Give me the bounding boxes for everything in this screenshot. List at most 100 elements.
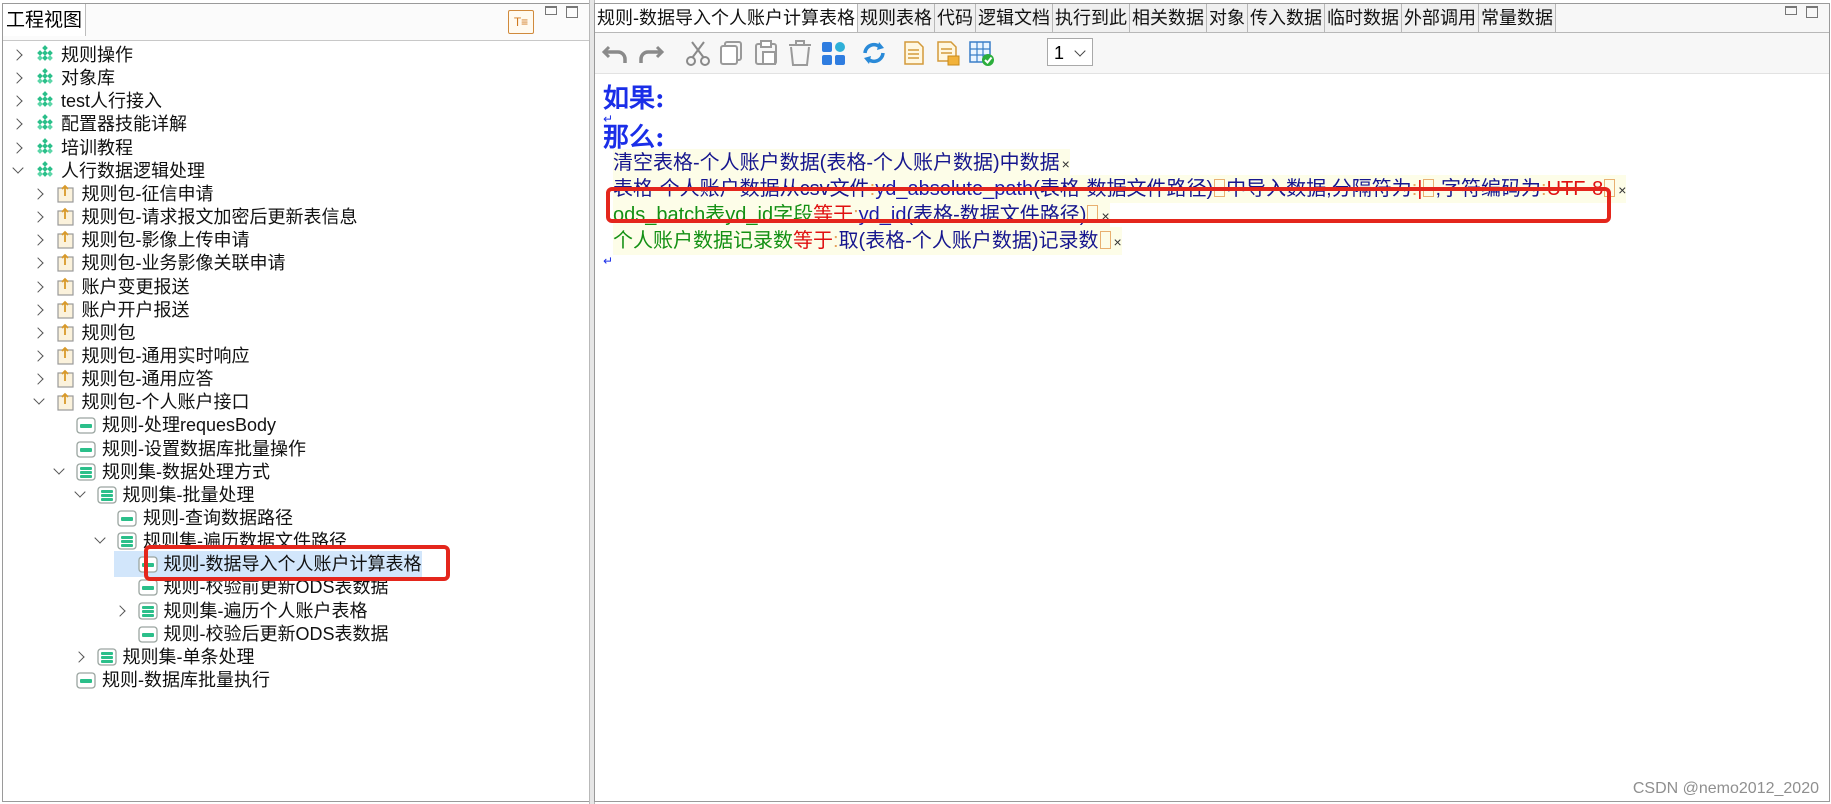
remove-statement-icon[interactable]: ×	[1101, 208, 1109, 224]
chevron-right-icon[interactable]	[32, 372, 46, 386]
tree-item[interactable]: 规则包-影像上传申请	[32, 227, 250, 253]
tree-item[interactable]: 规则包-请求报文加密后更新表信息	[32, 204, 358, 230]
chevron-right-icon[interactable]	[32, 187, 46, 201]
chevron-down-icon[interactable]	[52, 465, 66, 479]
statement-token[interactable]: yd_absolute_path	[875, 178, 1033, 200]
tree-item[interactable]: 规则包-通用实时响应	[32, 343, 250, 369]
zoom-select[interactable]: 1	[1047, 38, 1093, 66]
chevron-down-icon[interactable]	[73, 488, 87, 502]
statement-token[interactable]: (表格-数据文件路径)	[906, 204, 1086, 226]
tree-item[interactable]: 账户开户报送	[32, 297, 190, 323]
parameter-placeholder[interactable]	[1214, 179, 1226, 197]
statement-token[interactable]: 个人账户数据记录数	[613, 230, 793, 252]
minimize-icon[interactable]	[1785, 6, 1797, 15]
chevron-down-icon[interactable]	[11, 164, 25, 178]
statement-token[interactable]: 从csv文件	[780, 178, 870, 200]
parameter-placeholder[interactable]	[1099, 231, 1111, 249]
chevron-right-icon[interactable]	[32, 256, 46, 270]
tree-item[interactable]: 规则-查询数据路径	[93, 505, 293, 531]
tab[interactable]: 外部调用	[1402, 4, 1479, 32]
tree-item[interactable]: 规则包-通用应答	[32, 366, 214, 392]
tab[interactable]: 逻辑文档	[976, 4, 1053, 32]
table-check-icon[interactable]	[967, 39, 997, 67]
tab[interactable]: 代码	[935, 4, 976, 32]
chevron-down-icon[interactable]	[32, 395, 46, 409]
maximize-icon[interactable]	[1806, 6, 1818, 18]
tree-item[interactable]: 规则集-遍历数据文件路径	[93, 528, 347, 554]
tree-item[interactable]: 规则-数据库批量执行	[52, 667, 270, 693]
doc-icon[interactable]	[899, 39, 929, 67]
cut-icon[interactable]	[683, 39, 713, 67]
remove-statement-icon[interactable]: ×	[1114, 234, 1122, 250]
if-keyword[interactable]: 如果:	[603, 78, 665, 115]
tree-item[interactable]: 规则包-个人账户接口	[32, 389, 250, 415]
chevron-right-icon[interactable]	[73, 650, 87, 664]
tree-item[interactable]: 人行数据逻辑处理	[11, 158, 205, 184]
tree-item[interactable]: 规则-校验后更新ODS表数据	[114, 621, 389, 647]
tab[interactable]: 对象	[1207, 4, 1248, 32]
chevron-down-icon[interactable]	[93, 534, 107, 548]
delete-icon[interactable]	[785, 39, 815, 67]
tree-item[interactable]: 规则包-业务影像关联申请	[32, 250, 286, 276]
tab[interactable]: 相关数据	[1130, 4, 1207, 32]
tree-item[interactable]: 配置器技能详解	[11, 111, 187, 137]
statement-token[interactable]: 等于	[813, 204, 853, 226]
statement-token[interactable]: 等于	[793, 230, 833, 252]
chevron-right-icon[interactable]	[11, 48, 25, 62]
tree-item[interactable]: 规则集-数据处理方式	[52, 459, 270, 485]
chevron-right-icon[interactable]	[32, 210, 46, 224]
tab[interactable]: 临时数据	[1325, 4, 1402, 32]
parameter-placeholder[interactable]	[1087, 205, 1099, 223]
tree-item[interactable]: 规则-数据导入个人账户计算表格	[113, 551, 422, 578]
statement-token[interactable]: |	[1417, 178, 1422, 200]
tab[interactable]: 执行到此	[1053, 4, 1130, 32]
tree-item[interactable]: 规则-处理requesBody	[52, 412, 276, 438]
refresh-icon[interactable]	[859, 39, 889, 67]
undo-icon[interactable]	[601, 39, 631, 67]
tab[interactable]: 规则-数据导入个人账户计算表格	[595, 4, 858, 32]
tree-item[interactable]: 规则包	[32, 320, 136, 346]
statement-token[interactable]: 表格-个人账户数据	[613, 178, 780, 200]
tab[interactable]: 传入数据	[1248, 4, 1325, 32]
chevron-right-icon[interactable]	[32, 303, 46, 317]
maximize-icon[interactable]	[566, 6, 578, 18]
tree-item[interactable]: 账户变更报送	[32, 274, 190, 300]
chevron-right-icon[interactable]	[32, 349, 46, 363]
parameter-placeholder[interactable]	[1604, 179, 1616, 197]
rule-editor[interactable]: 如果: ↵ 那么: 清空表格-个人账户数据(表格-个人账户数据)中数据 × 表格-个…	[595, 74, 1829, 801]
statement-token[interactable]: UTF-8	[1547, 178, 1604, 200]
statement-token[interactable]: 清空表格-个人账户数据(表格-个人账户数据)中数据	[613, 152, 1060, 174]
tree-item[interactable]: 对象库	[11, 65, 115, 91]
chevron-right-icon[interactable]	[11, 71, 25, 85]
minimize-icon[interactable]	[545, 6, 557, 15]
doc-export-icon[interactable]	[933, 39, 963, 67]
statement-token[interactable]: ,字符编码为	[1435, 178, 1541, 200]
statement-token[interactable]: (表格-数据文件路径)	[1033, 178, 1213, 200]
tree-item[interactable]: 规则集-批量处理	[73, 482, 255, 508]
tree-item[interactable]: 规则集-单条处理	[73, 644, 255, 670]
statement-token[interactable]: 字段	[773, 204, 813, 226]
paste-icon[interactable]	[751, 39, 781, 67]
tree-item[interactable]: test人行接入	[11, 88, 162, 114]
statement-line[interactable]: 表格-个人账户数据从csv文件:yd_absolute_path(表格-数据文件…	[613, 175, 1627, 203]
tree-item[interactable]: 规则包-征信申请	[32, 181, 214, 207]
tab[interactable]: 规则表格	[858, 4, 935, 32]
tree-item[interactable]: 规则-校验前更新ODS表数据	[114, 574, 389, 600]
parameter-placeholder[interactable]	[1423, 179, 1435, 197]
tree-item[interactable]: 培训教程	[11, 135, 133, 161]
statement-token[interactable]: 中导入数据,分隔符为	[1226, 178, 1412, 200]
statement-token[interactable]: yd_id	[725, 204, 773, 226]
statement-token[interactable]: 取(表格-个人账户数据)记录数	[839, 230, 1099, 252]
copy-icon[interactable]	[717, 39, 747, 67]
statement-token[interactable]: 表	[705, 204, 725, 226]
statement-line[interactable]: 个人账户数据记录数等于:取(表格-个人账户数据)记录数 ×	[613, 227, 1122, 255]
tree-item[interactable]: 规则集-遍历个人账户表格	[114, 598, 368, 624]
chevron-right-icon[interactable]	[11, 117, 25, 131]
chevron-right-icon[interactable]	[114, 604, 128, 618]
tree-item[interactable]: 规则操作	[11, 42, 133, 68]
tree-item[interactable]: 规则-设置数据库批量操作	[52, 436, 306, 462]
remove-statement-icon[interactable]: ×	[1618, 182, 1626, 198]
statement-line[interactable]: ods_batch表yd_id字段等于:yd_id(表格-数据文件路径) ×	[613, 201, 1110, 229]
chevron-right-icon[interactable]	[11, 141, 25, 155]
grid-blocks-icon[interactable]	[819, 39, 849, 67]
